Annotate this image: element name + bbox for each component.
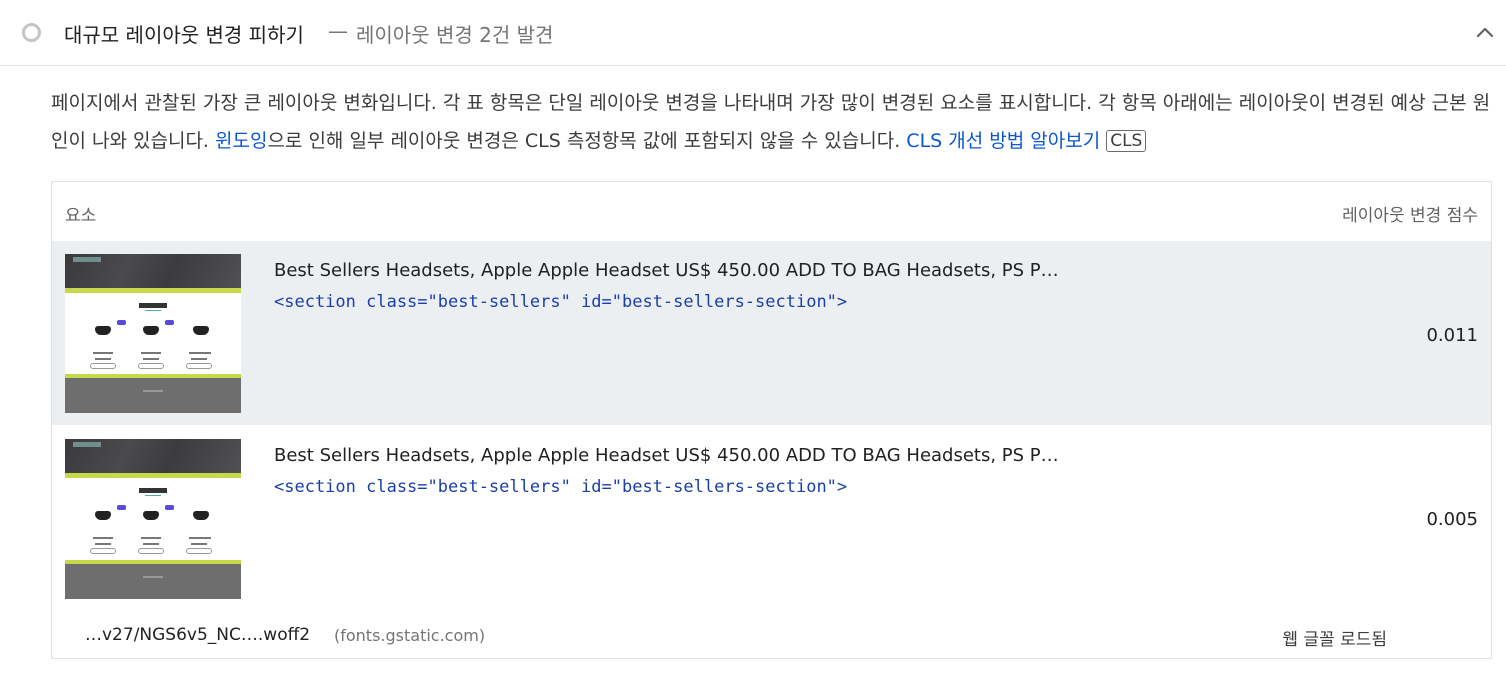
element-screenshot-thumbnail bbox=[65, 439, 241, 599]
windowing-link[interactable]: 윈도잉 bbox=[215, 130, 267, 152]
neutral-circle-icon bbox=[22, 23, 41, 42]
description-text-2: 으로 인해 일부 레이아웃 변경은 CLS 측정항목 값에 포함되지 않을 수 … bbox=[267, 130, 907, 152]
audit-description: 페이지에서 관찰된 가장 큰 레이아웃 변화입니다. 각 표 항목은 단일 레이… bbox=[51, 84, 1491, 160]
cls-metric-badge: CLS bbox=[1106, 130, 1147, 152]
audit-display-value: 레이아웃 변경 2건 발견 bbox=[356, 23, 554, 47]
element-screenshot-thumbnail bbox=[65, 254, 241, 413]
node-label: Best Sellers Headsets, Apple Apple Heads… bbox=[274, 445, 1059, 466]
node-snippet: <section class="best-sellers" id="best-s… bbox=[274, 292, 848, 312]
audit-header[interactable]: 대규모 레이아웃 변경 피하기 — 레이아웃 변경 2건 발견 bbox=[0, 0, 1506, 66]
layout-shift-table: 요소 레이아웃 변경 점수 Best Sellers Headsets, App… bbox=[51, 181, 1492, 659]
column-header-score: 레이아웃 변경 점수 bbox=[1342, 206, 1478, 226]
column-header-element: 요소 bbox=[65, 206, 97, 226]
root-cause-url[interactable]: …v27/NGS6v5_NC….woff2 bbox=[85, 625, 310, 645]
node-label: Best Sellers Headsets, Apple Apple Heads… bbox=[274, 260, 1059, 281]
chevron-up-icon[interactable] bbox=[1476, 25, 1494, 39]
table-row[interactable]: Best Sellers Headsets, Apple Apple Heads… bbox=[52, 425, 1491, 605]
table-row[interactable]: Best Sellers Headsets, Apple Apple Heads… bbox=[52, 241, 1491, 425]
layout-shift-score: 0.011 bbox=[1426, 325, 1478, 346]
learn-more-cls-link[interactable]: CLS 개선 방법 알아보기 bbox=[906, 130, 1100, 152]
root-cause-reason: 웹 글꼴 로드됨 bbox=[1282, 630, 1387, 650]
root-cause-host: (fonts.gstatic.com) bbox=[334, 626, 486, 645]
layout-shift-score: 0.005 bbox=[1426, 509, 1478, 530]
audit-title-separator: — bbox=[328, 19, 348, 43]
node-snippet: <section class="best-sellers" id="best-s… bbox=[274, 477, 848, 497]
audit-title: 대규모 레이아웃 변경 피하기 bbox=[64, 23, 304, 47]
